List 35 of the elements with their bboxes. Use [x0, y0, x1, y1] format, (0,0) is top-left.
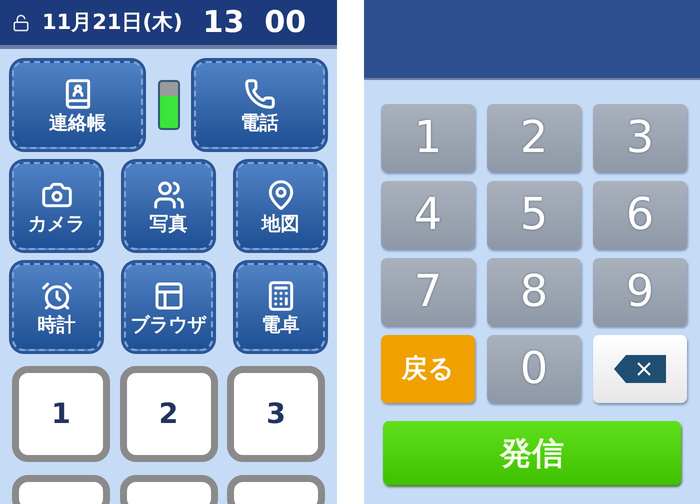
- alarm-clock-icon: [40, 280, 72, 312]
- backspace-icon: [614, 355, 666, 383]
- digit-key[interactable]: 2: [487, 104, 581, 172]
- app-button[interactable]: 電卓: [236, 263, 325, 351]
- group-photo-icon: [152, 178, 184, 210]
- app-button[interactable]: ブラウザ: [124, 263, 213, 351]
- digit-key[interactable]: 5: [487, 181, 581, 249]
- app-button[interactable]: カメラ: [12, 162, 101, 250]
- time-minutes: 00: [264, 4, 306, 42]
- app-button[interactable]: 写真: [124, 162, 213, 250]
- app-button[interactable]: 地図: [236, 162, 325, 250]
- back-button[interactable]: 戻る: [381, 335, 475, 403]
- app-button[interactable]: 連絡帳: [12, 61, 143, 149]
- digit-key[interactable]: 8: [487, 258, 581, 326]
- digit-key[interactable]: 7: [381, 258, 475, 326]
- telephone-icon: [244, 78, 276, 110]
- speed-dial-key[interactable]: [120, 475, 218, 504]
- digit-key[interactable]: 9: [593, 258, 687, 326]
- app-button[interactable]: 時計: [12, 263, 101, 351]
- speed-dial-key[interactable]: 2: [120, 366, 218, 462]
- digit-key[interactable]: 0: [487, 335, 581, 403]
- speed-dial-key[interactable]: 1: [12, 366, 110, 462]
- app-button[interactable]: 電話: [194, 61, 325, 149]
- browser-window-icon: [152, 280, 184, 312]
- digit-key[interactable]: 6: [593, 181, 687, 249]
- date-text: 11月21日(木): [42, 8, 183, 36]
- delete-button[interactable]: [593, 335, 687, 403]
- speed-dial-key[interactable]: [227, 475, 325, 504]
- digit-key[interactable]: 3: [593, 104, 687, 172]
- call-button[interactable]: 発信: [383, 421, 681, 485]
- digit-key[interactable]: 1: [381, 104, 475, 172]
- speed-dial-key[interactable]: 3: [227, 366, 325, 462]
- time-hours: 13: [202, 4, 244, 42]
- digit-key[interactable]: 4: [381, 181, 475, 249]
- speed-dial-key[interactable]: [12, 475, 110, 504]
